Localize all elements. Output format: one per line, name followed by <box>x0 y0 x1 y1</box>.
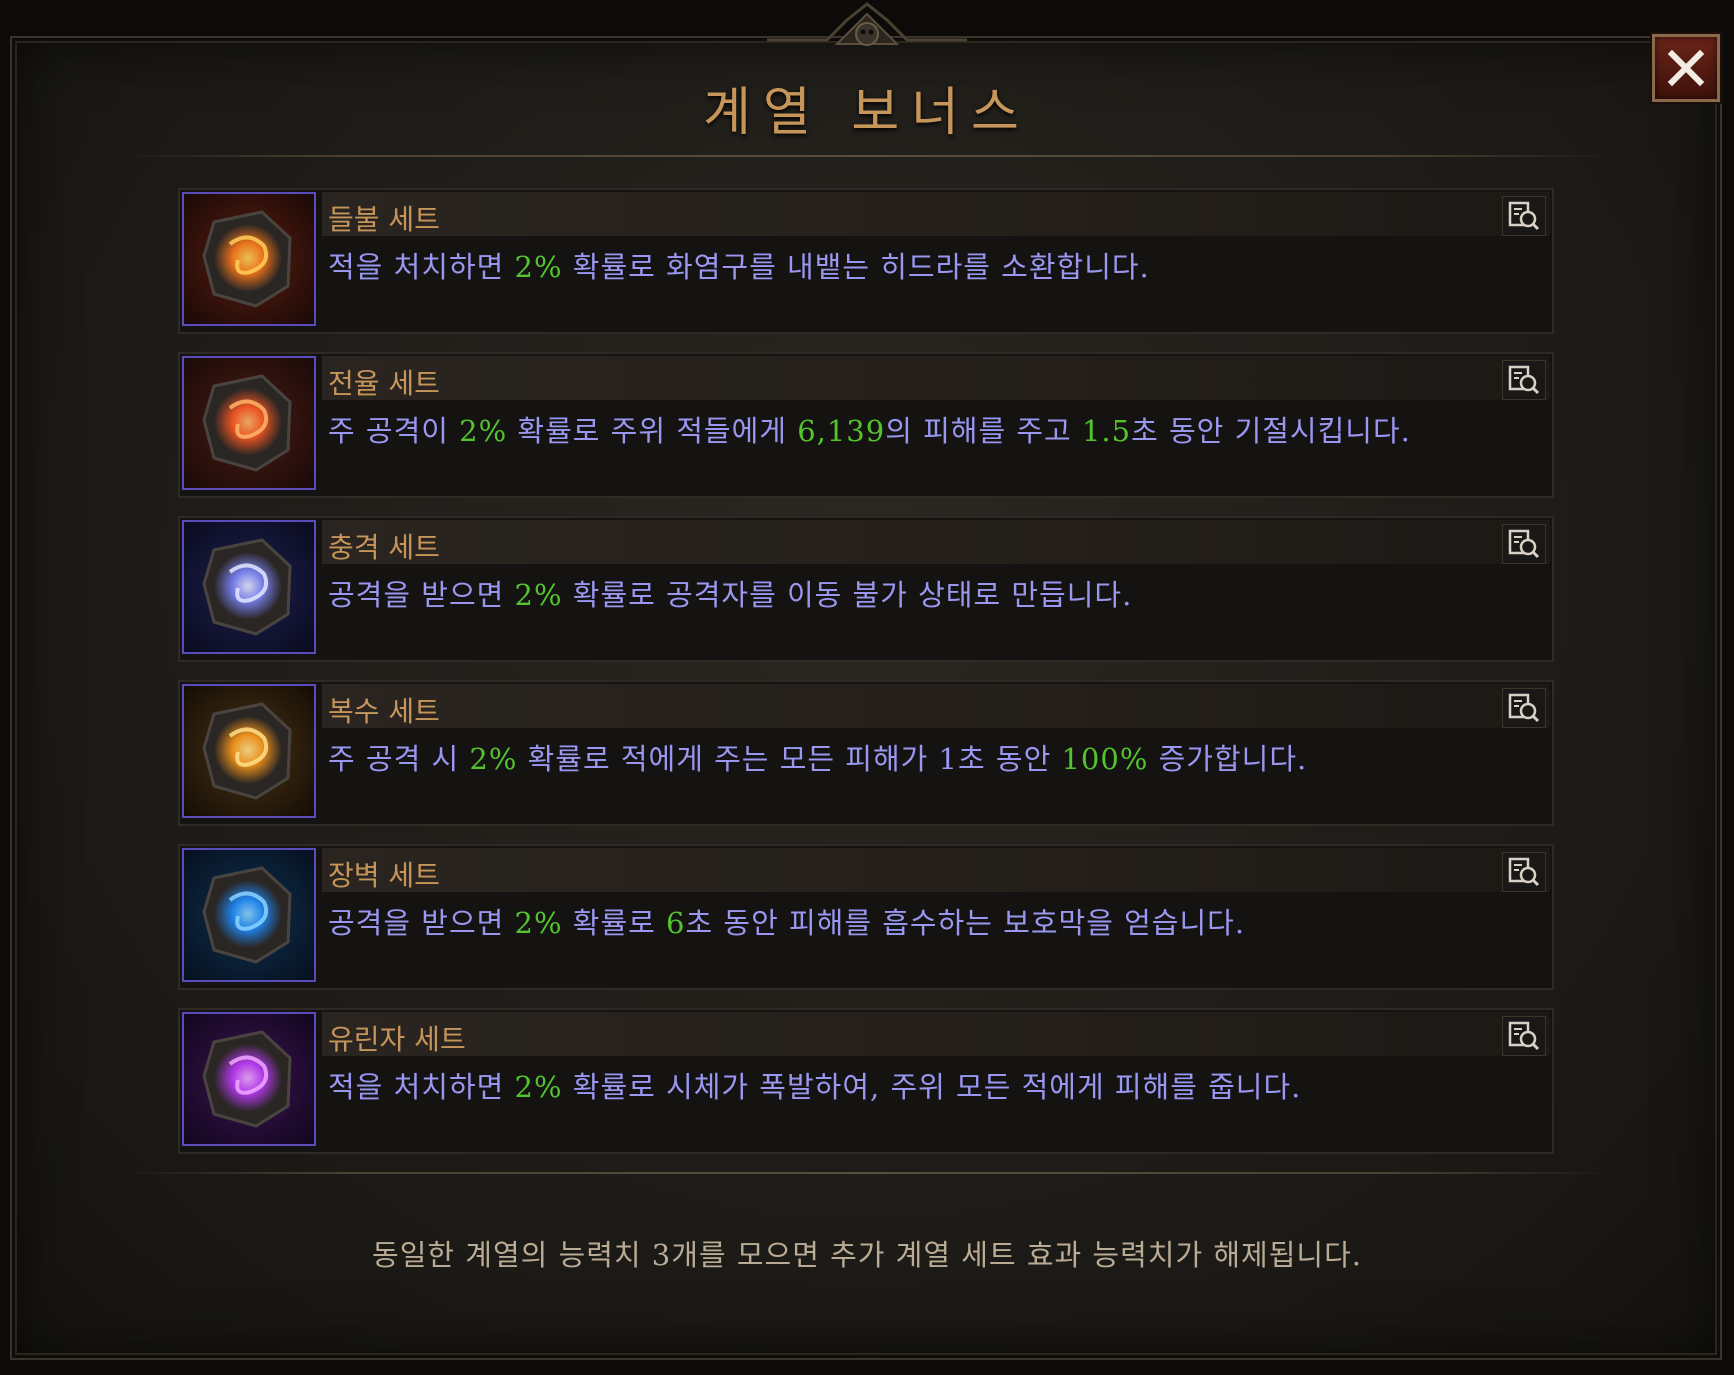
set-bonus-row: 전율 세트주 공격이 2% 확률로 주위 적들에게 6,139의 피해를 주고 … <box>178 352 1554 498</box>
golden-swirl-stone-icon <box>182 684 316 818</box>
set-description: 공격을 받으면 2% 확률로 공격자를 이동 불가 상태로 만듭니다. <box>328 572 1472 614</box>
set-description: 공격을 받으면 2% 확률로 6초 동안 피해를 흡수하는 보호막을 얻습니다. <box>328 900 1472 942</box>
set-row-header <box>322 192 1550 236</box>
set-bonus-row: 복수 세트주 공격 시 2% 확률로 적에게 주는 모든 피해가 1초 동안 1… <box>178 680 1554 826</box>
description-text: 초 동안 기절시킵니다. <box>1131 414 1411 448</box>
search-items-button[interactable] <box>1502 688 1546 728</box>
highlighted-value: 100% <box>1061 742 1149 776</box>
description-text: 확률로 적에게 주는 모든 피해가 1초 동안 <box>517 742 1062 776</box>
highlighted-value: 6,139 <box>797 414 886 448</box>
description-text: 확률로 주위 적들에게 <box>507 414 798 448</box>
magnifier-document-icon <box>1508 857 1540 887</box>
description-text: 확률로 <box>562 906 667 940</box>
skull-ornament-icon <box>767 2 967 46</box>
set-bonus-list: 들불 세트적을 처치하면 2% 확률로 화염구를 내뱉는 히드라를 소환합니다.… <box>178 188 1554 1172</box>
description-text: 공격을 받으면 <box>328 578 515 612</box>
purple-burst-stone-icon <box>182 1012 316 1146</box>
highlighted-value: 6 <box>666 906 686 940</box>
lightning-stone-icon <box>182 520 316 654</box>
set-row-header <box>322 848 1550 892</box>
magnifier-document-icon <box>1508 529 1540 559</box>
description-text: 증가합니다. <box>1148 742 1308 776</box>
highlighted-value: 2% <box>514 250 563 284</box>
highlighted-value: 2% <box>469 742 518 776</box>
search-items-button[interactable] <box>1502 196 1546 236</box>
search-items-button[interactable] <box>1502 524 1546 564</box>
highlighted-value: 2% <box>514 906 563 940</box>
description-text: 주 공격이 <box>328 414 460 448</box>
description-text: 주 공격 시 <box>328 742 470 776</box>
set-bonus-row: 들불 세트적을 처치하면 2% 확률로 화염구를 내뱉는 히드라를 소환합니다. <box>178 188 1554 334</box>
set-bonus-row: 유린자 세트적을 처치하면 2% 확률로 시체가 폭발하여, 주위 모든 적에게… <box>178 1008 1554 1154</box>
highlighted-value: 2% <box>459 414 508 448</box>
magnifier-document-icon <box>1508 1021 1540 1051</box>
page-title: 계열 보너스 <box>703 83 1031 143</box>
set-name: 전율 세트 <box>328 367 440 400</box>
set-description: 적을 처치하면 2% 확률로 화염구를 내뱉는 히드라를 소환합니다. <box>328 244 1472 286</box>
description-text: 의 피해를 주고 <box>885 414 1082 448</box>
set-name: 복수 세트 <box>328 695 440 728</box>
fire-dragon-stone-icon <box>182 192 316 326</box>
description-text: 공격을 받으면 <box>328 906 515 940</box>
highlighted-value: 2% <box>514 578 563 612</box>
set-description: 주 공격 시 2% 확률로 적에게 주는 모든 피해가 1초 동안 100% 증… <box>328 736 1472 778</box>
set-description: 주 공격이 2% 확률로 주위 적들에게 6,139의 피해를 주고 1.5초 … <box>328 408 1472 450</box>
set-bonus-row: 장벽 세트공격을 받으면 2% 확률로 6초 동안 피해를 흡수하는 보호막을 … <box>178 844 1554 990</box>
set-description: 적을 처치하면 2% 확률로 시체가 폭발하여, 주위 모든 적에게 피해를 줍… <box>328 1064 1472 1106</box>
set-row-header <box>322 1012 1550 1056</box>
set-row-header <box>322 356 1550 400</box>
highlighted-value: 1.5 <box>1081 414 1132 448</box>
footer-note: 동일한 계열의 능력치 3개를 모으면 추가 계열 세트 효과 능력치가 해제됩… <box>372 1238 1362 1272</box>
magnifier-document-icon <box>1508 201 1540 231</box>
search-items-button[interactable] <box>1502 852 1546 892</box>
molten-rune-stone-icon <box>182 356 316 490</box>
highlighted-value: 2% <box>514 1070 563 1104</box>
description-text: 확률로 공격자를 이동 불가 상태로 만듭니다. <box>562 578 1133 612</box>
magnifier-document-icon <box>1508 365 1540 395</box>
description-text: 확률로 화염구를 내뱉는 히드라를 소환합니다. <box>562 250 1150 284</box>
set-name: 장벽 세트 <box>328 859 440 892</box>
footer-divider <box>120 1172 1614 1174</box>
description-text: 적을 처치하면 <box>328 1070 515 1104</box>
set-name: 들불 세트 <box>328 203 440 236</box>
set-name: 유린자 세트 <box>328 1023 466 1056</box>
title-divider <box>120 155 1614 157</box>
set-row-header <box>322 684 1550 728</box>
description-text: 적을 처치하면 <box>328 250 515 284</box>
search-items-button[interactable] <box>1502 360 1546 400</box>
description-text: 확률로 시체가 폭발하여, 주위 모든 적에게 피해를 줍니다. <box>562 1070 1302 1104</box>
set-name: 충격 세트 <box>328 531 440 564</box>
set-bonus-row: 충격 세트공격을 받으면 2% 확률로 공격자를 이동 불가 상태로 만듭니다. <box>178 516 1554 662</box>
blue-orb-stone-icon <box>182 848 316 982</box>
set-row-header <box>322 520 1550 564</box>
magnifier-document-icon <box>1508 693 1540 723</box>
search-items-button[interactable] <box>1502 1016 1546 1056</box>
description-text: 초 동안 피해를 흡수하는 보호막을 얻습니다. <box>685 906 1246 940</box>
